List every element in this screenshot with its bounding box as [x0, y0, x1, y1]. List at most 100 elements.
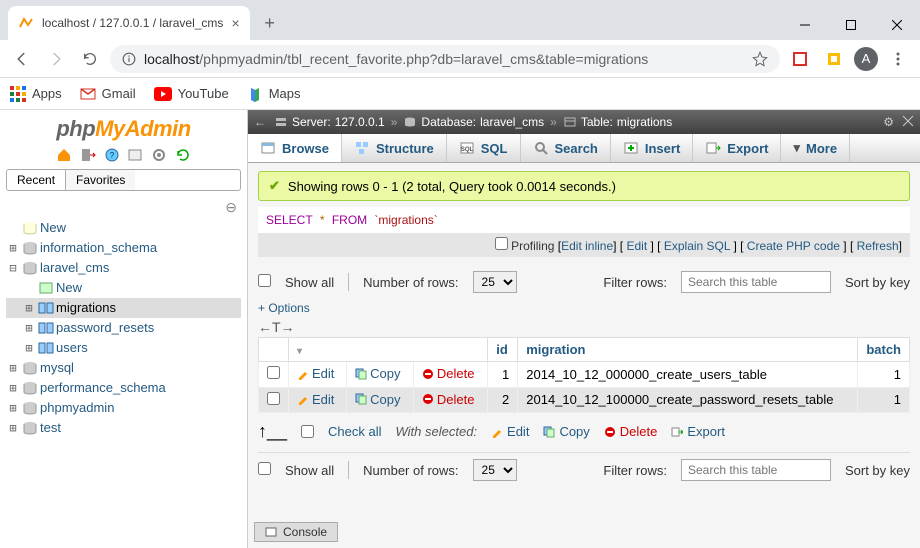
expand-icon[interactable]: ⊞ — [6, 421, 20, 435]
minimize-button[interactable] — [782, 10, 828, 40]
sort-arrows[interactable]: ←T→ — [258, 317, 910, 337]
tab-sql[interactable]: SQLSQL — [447, 134, 521, 162]
extension-icon[interactable] — [786, 45, 814, 73]
bc-table-link[interactable]: migrations — [617, 115, 672, 129]
bulk-export[interactable]: Export — [671, 424, 725, 439]
apps-bookmark[interactable]: Apps — [10, 86, 62, 102]
filter-input[interactable] — [681, 271, 831, 293]
bc-server-link[interactable]: 127.0.0.1 — [335, 115, 385, 129]
settings-icon[interactable] — [151, 147, 167, 163]
col-batch[interactable]: batch — [858, 338, 910, 362]
back-button[interactable] — [8, 45, 36, 73]
tree-users[interactable]: ⊞ users — [6, 338, 241, 358]
bulk-edit[interactable]: Edit — [491, 424, 529, 439]
pma-logo[interactable]: phpMyAdmin — [6, 114, 241, 144]
gmail-bookmark[interactable]: Gmail — [80, 86, 136, 102]
bulk-delete[interactable]: Delete — [604, 424, 658, 439]
tab-close-icon[interactable]: × — [231, 15, 239, 31]
col-id[interactable]: id — [488, 338, 518, 362]
close-window-button[interactable] — [874, 10, 920, 40]
explain-link[interactable]: Explain SQL — [664, 239, 730, 253]
tree-new-table[interactable]: New — [6, 278, 241, 298]
check-all-link[interactable]: Check all — [328, 424, 381, 439]
tab-structure[interactable]: Structure — [342, 134, 447, 162]
expand-icon[interactable]: ⊞ — [6, 241, 20, 255]
edit-link[interactable]: Edit — [626, 239, 647, 253]
collapse-nav-icon[interactable]: ← — [254, 115, 266, 129]
tab-insert[interactable]: Insert — [611, 134, 693, 162]
tree-new[interactable]: New — [6, 218, 241, 238]
row-delete[interactable]: Delete — [422, 392, 475, 407]
reload-button[interactable] — [76, 45, 104, 73]
browser-tab[interactable]: localhost / 127.0.0.1 / laravel_cms × — [8, 6, 250, 40]
reload-icon[interactable] — [175, 147, 191, 163]
star-icon[interactable] — [752, 51, 768, 67]
expand-icon[interactable]: ⊞ — [6, 401, 20, 415]
maps-bookmark[interactable]: Maps — [247, 86, 301, 102]
tree-phpmyadmin[interactable]: ⊞ phpmyadmin — [6, 398, 241, 418]
options-link[interactable]: + Options — [258, 299, 310, 317]
docs-icon[interactable]: ? — [104, 147, 120, 163]
collapse-icon[interactable]: ⊟ — [6, 261, 20, 275]
bc-db-link[interactable]: laravel_cms — [480, 115, 544, 129]
show-all-label[interactable]: Show all — [285, 463, 334, 478]
col-migration[interactable]: migration — [518, 338, 858, 362]
console-bar[interactable]: Console — [254, 522, 338, 542]
tree-password-resets[interactable]: ⊞ password_resets — [6, 318, 241, 338]
tab-more[interactable]: ▾More — [781, 134, 850, 162]
expand-icon[interactable]: ⊞ — [22, 341, 36, 355]
address-bar[interactable]: localhost/phpmyadmin/tbl_recent_favorite… — [110, 45, 780, 73]
row-checkbox[interactable] — [267, 366, 280, 379]
tab-export[interactable]: Export — [693, 134, 781, 162]
check-all-checkbox[interactable] — [301, 425, 314, 438]
tab-recent[interactable]: Recent — [7, 170, 66, 190]
youtube-bookmark[interactable]: YouTube — [154, 86, 229, 101]
site-info-icon[interactable] — [122, 52, 136, 66]
row-delete[interactable]: Delete — [422, 366, 475, 381]
bulk-copy[interactable]: Copy — [543, 424, 589, 439]
tree-mysql[interactable]: ⊞ mysql — [6, 358, 241, 378]
sql-icon[interactable] — [127, 147, 143, 163]
menu-icon[interactable] — [884, 45, 912, 73]
row-edit[interactable]: Edit — [297, 392, 334, 407]
tree-test[interactable]: ⊞ test — [6, 418, 241, 438]
expand-icon[interactable]: ⊞ — [22, 301, 36, 315]
forward-button[interactable] — [42, 45, 70, 73]
home-icon[interactable] — [56, 147, 72, 163]
profiling-label[interactable]: Profiling — [511, 239, 554, 253]
maximize-button[interactable] — [828, 10, 874, 40]
row-edit[interactable]: Edit — [297, 366, 334, 381]
filter-input[interactable] — [681, 459, 831, 481]
tree-migrations[interactable]: ⊞ migrations — [6, 298, 241, 318]
edit-inline-link[interactable]: Edit inline — [561, 239, 613, 253]
profile-avatar[interactable]: A — [854, 47, 878, 71]
profiling-checkbox[interactable] — [495, 237, 508, 250]
exit-icon[interactable] — [902, 115, 914, 129]
table-row[interactable]: Edit Copy Delete 1 2014_10_12_000000_cre… — [259, 362, 910, 388]
expand-icon[interactable]: ⊞ — [6, 361, 20, 375]
create-php-link[interactable]: Create PHP code — [747, 239, 840, 253]
tab-search[interactable]: Search — [521, 134, 611, 162]
num-rows-select[interactable]: 25 — [473, 459, 517, 481]
refresh-link[interactable]: Refresh — [857, 239, 899, 253]
link-icon[interactable]: ⊖ — [225, 199, 237, 216]
logout-icon[interactable] — [80, 147, 96, 163]
gear-icon[interactable]: ⚙ — [883, 115, 894, 129]
show-all-checkbox[interactable] — [258, 274, 271, 287]
show-all-label[interactable]: Show all — [285, 275, 334, 290]
expand-icon[interactable]: ⊞ — [6, 381, 20, 395]
tree-information-schema[interactable]: ⊞ information_schema — [6, 238, 241, 258]
row-copy[interactable]: Copy — [355, 366, 400, 381]
tree-laravel-cms[interactable]: ⊟ laravel_cms — [6, 258, 241, 278]
new-tab-button[interactable]: + — [256, 9, 284, 37]
row-copy[interactable]: Copy — [355, 392, 400, 407]
extension-icon-2[interactable] — [820, 45, 848, 73]
row-checkbox[interactable] — [267, 392, 280, 405]
table-row[interactable]: Edit Copy Delete 2 2014_10_12_100000_cre… — [259, 387, 910, 413]
tree-performance-schema[interactable]: ⊞ performance_schema — [6, 378, 241, 398]
tab-favorites[interactable]: Favorites — [66, 170, 135, 190]
expand-icon[interactable]: ⊞ — [22, 321, 36, 335]
show-all-checkbox[interactable] — [258, 462, 271, 475]
num-rows-select[interactable]: 25 — [473, 271, 517, 293]
tab-browse[interactable]: Browse — [248, 134, 342, 162]
